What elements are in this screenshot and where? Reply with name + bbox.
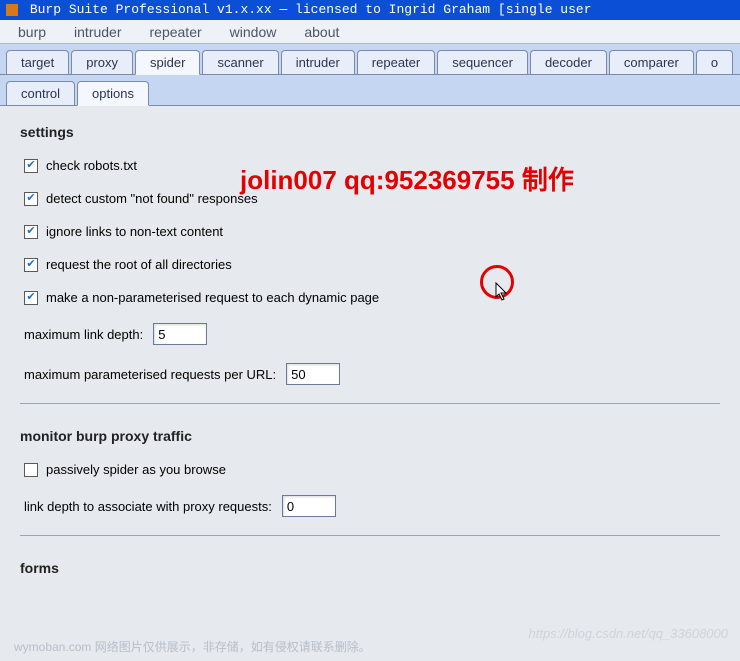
checkbox-passive-spider[interactable] xyxy=(24,463,38,477)
checkbox-label: check robots.txt xyxy=(46,158,137,173)
options-panel: settings check robots.txt detect custom … xyxy=(0,106,740,661)
menu-intruder[interactable]: intruder xyxy=(60,21,135,43)
tab-sequencer[interactable]: sequencer xyxy=(437,50,528,74)
window-titlebar: Burp Suite Professional v1.x.xx — licens… xyxy=(0,0,740,20)
checkbox-request-root[interactable] xyxy=(24,258,38,272)
menu-window[interactable]: window xyxy=(216,21,291,43)
tab-repeater[interactable]: repeater xyxy=(357,50,435,74)
field-max-param-requests: maximum parameterised requests per URL: xyxy=(24,363,720,385)
field-max-link-depth: maximum link depth: xyxy=(24,323,720,345)
menu-burp[interactable]: burp xyxy=(4,21,60,43)
checkbox-robots[interactable] xyxy=(24,159,38,173)
tab-comparer[interactable]: comparer xyxy=(609,50,694,74)
section-divider xyxy=(20,535,720,536)
check-row-request-root: request the root of all directories xyxy=(24,257,720,272)
field-label: maximum parameterised requests per URL: xyxy=(24,367,276,382)
window-title: Burp Suite Professional v1.x.xx — licens… xyxy=(30,2,592,17)
subtab-control[interactable]: control xyxy=(6,81,75,105)
menubar: burp intruder repeater window about xyxy=(0,20,740,44)
main-tabstrip: target proxy spider scanner intruder rep… xyxy=(0,44,740,75)
menu-about[interactable]: about xyxy=(290,21,353,43)
section-title-settings: settings xyxy=(20,124,720,140)
menu-repeater[interactable]: repeater xyxy=(136,21,216,43)
checkbox-label: request the root of all directories xyxy=(46,257,232,272)
sub-tabstrip: control options xyxy=(0,75,740,106)
section-title-monitor: monitor burp proxy traffic xyxy=(20,428,720,444)
tab-proxy[interactable]: proxy xyxy=(71,50,133,74)
check-row-robots: check robots.txt xyxy=(24,158,720,173)
field-label: link depth to associate with proxy reque… xyxy=(24,499,272,514)
subtab-options[interactable]: options xyxy=(77,81,149,106)
tab-options-truncated[interactable]: o xyxy=(696,50,733,74)
check-row-notfound: detect custom "not found" responses xyxy=(24,191,720,206)
tab-intruder[interactable]: intruder xyxy=(281,50,355,74)
footer-watermark-left: wymoban.com 网络图片仅供展示，非存储，如有侵权请联系删除。 xyxy=(14,638,371,655)
tab-target[interactable]: target xyxy=(6,50,69,74)
field-label: maximum link depth: xyxy=(24,327,143,342)
checkbox-notfound[interactable] xyxy=(24,192,38,206)
checkbox-ignore-nontext[interactable] xyxy=(24,225,38,239)
checkbox-label: ignore links to non-text content xyxy=(46,224,223,239)
footer-watermark-right: https://blog.csdn.net/qq_33608000 xyxy=(529,626,729,641)
tab-scanner[interactable]: scanner xyxy=(202,50,278,74)
app-icon xyxy=(6,4,18,16)
field-link-depth-proxy: link depth to associate with proxy reque… xyxy=(24,495,720,517)
checkbox-label: detect custom "not found" responses xyxy=(46,191,258,206)
checkbox-label: passively spider as you browse xyxy=(46,462,226,477)
input-max-link-depth[interactable] xyxy=(153,323,207,345)
section-divider xyxy=(20,403,720,404)
tab-decoder[interactable]: decoder xyxy=(530,50,607,74)
input-max-param-requests[interactable] xyxy=(286,363,340,385)
input-link-depth-proxy[interactable] xyxy=(282,495,336,517)
checkbox-label: make a non-parameterised request to each… xyxy=(46,290,379,305)
tab-spider[interactable]: spider xyxy=(135,50,200,75)
check-row-passive-spider: passively spider as you browse xyxy=(24,462,720,477)
section-title-forms: forms xyxy=(20,560,720,576)
check-row-ignore-nontext: ignore links to non-text content xyxy=(24,224,720,239)
check-row-nonparam-request: make a non-parameterised request to each… xyxy=(24,290,720,305)
checkbox-nonparam-request[interactable] xyxy=(24,291,38,305)
